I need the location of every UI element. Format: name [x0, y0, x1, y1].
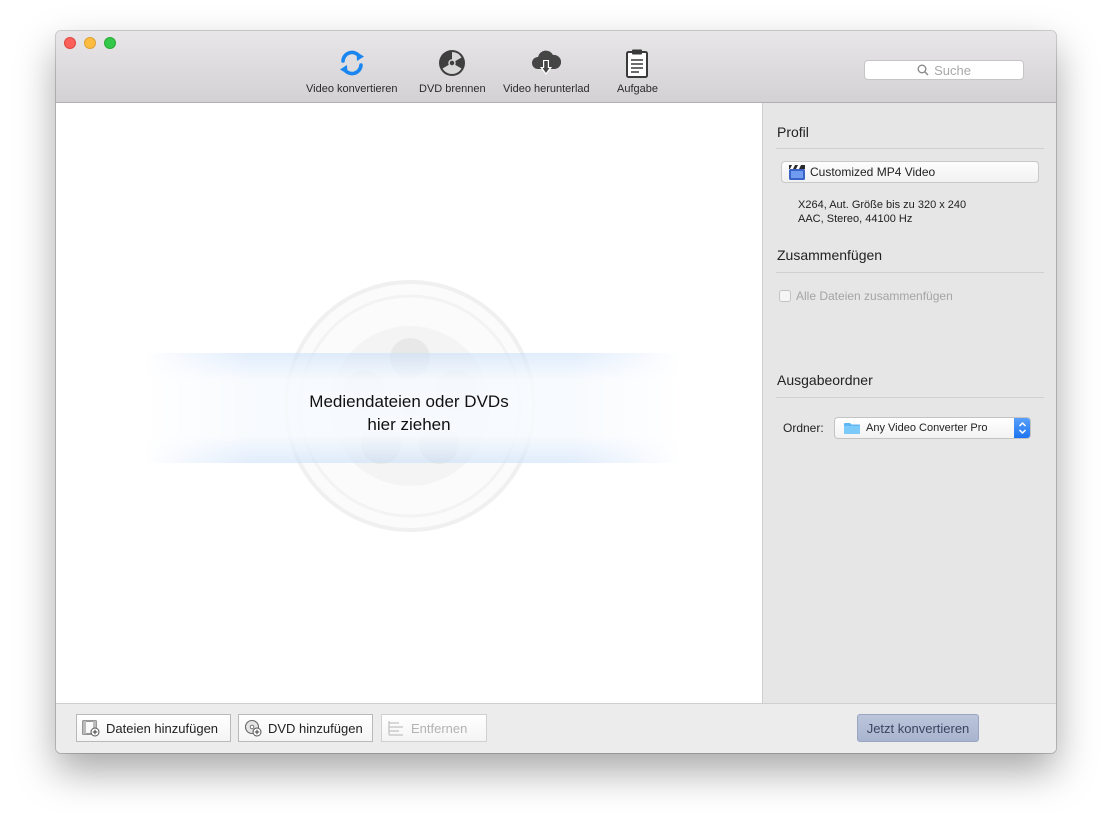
folder-label: Ordner:	[783, 421, 824, 435]
merge-section-title: Zusammenfügen	[777, 247, 883, 263]
clipboard-icon	[621, 47, 653, 79]
divider	[776, 397, 1044, 398]
add-files-label: Dateien hinzufügen	[106, 720, 219, 736]
drop-zone[interactable]: Mediendateien oder DVDs hier ziehen	[56, 103, 763, 703]
cloud-download-icon	[530, 47, 562, 79]
profile-select-button[interactable]: Customized MP4 Video	[781, 161, 1039, 183]
merge-files-checkbox[interactable]: Alle Dateien zusammenfügen	[779, 289, 953, 303]
remove-button[interactable]: Entfernen	[381, 714, 487, 742]
add-files-icon	[82, 719, 100, 737]
up-down-chevron-icon	[1014, 418, 1030, 438]
drop-instructions: Mediendateien oder DVDs hier ziehen	[259, 390, 559, 436]
burn-dvd-icon	[436, 47, 468, 79]
output-section-title: Ausgabeordner	[777, 372, 873, 388]
settings-sidebar: Profil Customized MP4 Video X264, Aut. G…	[763, 103, 1056, 703]
search-placeholder: Suche	[934, 62, 971, 78]
profile-info-video: X264, Aut. Größe bis zu 320 x 240	[798, 199, 967, 211]
remove-label: Entfernen	[411, 720, 468, 736]
toolbar-label: Aufgabe	[617, 83, 658, 95]
convert-icon	[336, 47, 368, 79]
divider	[776, 148, 1044, 149]
minimize-window-button[interactable]	[84, 37, 96, 49]
convert-label: Jetzt konvertieren	[866, 720, 970, 736]
search-icon	[917, 64, 929, 76]
add-dvd-button[interactable]: DVD hinzufügen	[238, 714, 373, 742]
output-folder-select[interactable]: Any Video Converter Pro	[834, 417, 1031, 439]
toolbar-label: Video konvertieren	[306, 83, 398, 95]
search-field[interactable]: Suche	[864, 60, 1024, 80]
drop-line-1: Mediendateien oder DVDs	[309, 392, 509, 411]
toolbar: Video konvertieren DVD brennen Video her…	[56, 31, 1056, 103]
toolbar-video-herunterlad[interactable]: Video herunterlad	[503, 47, 590, 95]
app-window: Video konvertieren DVD brennen Video her…	[56, 31, 1056, 753]
remove-list-icon	[387, 719, 405, 737]
add-dvd-icon	[244, 719, 262, 737]
toolbar-video-konvertieren[interactable]: Video konvertieren	[306, 47, 398, 95]
close-window-button[interactable]	[64, 37, 76, 49]
video-profile-icon	[788, 164, 806, 181]
toolbar-label: Video herunterlad	[503, 83, 590, 95]
toolbar-dvd-brennen[interactable]: DVD brennen	[419, 47, 486, 95]
bottom-bar: Dateien hinzufügen DVD hinzufügen Entfer…	[56, 703, 1056, 753]
drop-line-2: hier ziehen	[367, 415, 451, 434]
add-dvd-label: DVD hinzufügen	[268, 720, 363, 736]
merge-checkbox-label: Alle Dateien zusammenfügen	[796, 289, 953, 303]
profile-info-audio: AAC, Stereo, 44100 Hz	[798, 213, 913, 225]
divider	[776, 272, 1044, 273]
toolbar-label: DVD brennen	[419, 83, 486, 95]
checkbox-box[interactable]	[779, 290, 791, 302]
toolbar-aufgabe[interactable]: Aufgabe	[617, 47, 658, 95]
add-files-button[interactable]: Dateien hinzufügen	[76, 714, 231, 742]
maximize-window-button[interactable]	[104, 37, 116, 49]
convert-now-button[interactable]: Jetzt konvertieren	[857, 714, 979, 742]
profile-value: Customized MP4 Video	[810, 165, 936, 179]
profile-section-title: Profil	[777, 124, 809, 140]
folder-value: Any Video Converter Pro	[866, 422, 988, 434]
folder-icon	[843, 422, 861, 435]
